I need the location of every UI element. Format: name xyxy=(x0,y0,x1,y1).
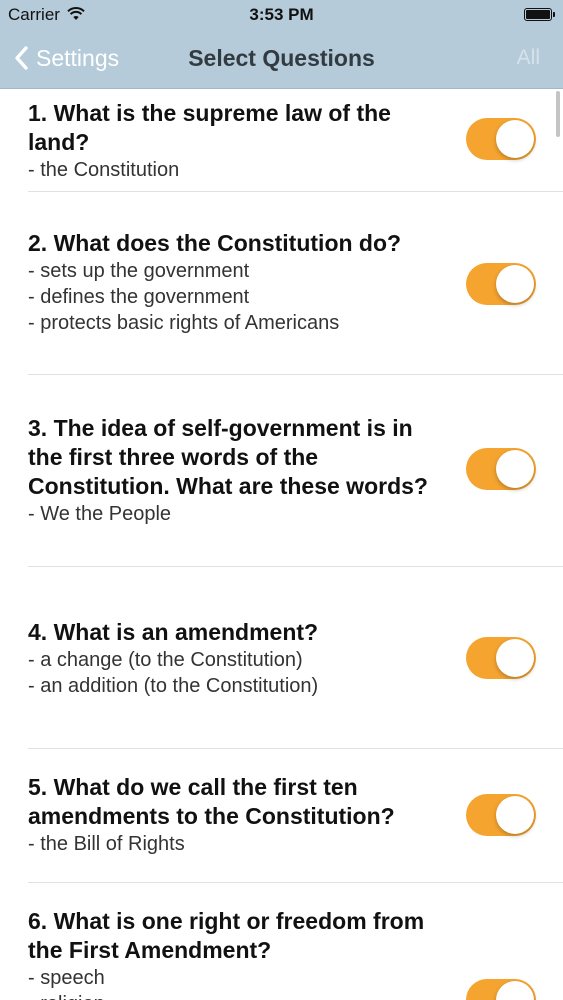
scrollbar[interactable] xyxy=(556,91,560,137)
answer-text: - a change (to the Constitution) xyxy=(28,649,303,671)
question-text: 1. What is the supreme law of the land? xyxy=(28,100,391,155)
list-item: 5. What do we call the first ten amendme… xyxy=(0,749,563,883)
question-toggle[interactable] xyxy=(466,263,536,305)
list-item: 1. What is the supreme law of the land? … xyxy=(0,89,563,192)
answer-text: - the Constitution xyxy=(28,159,180,181)
toggle-knob xyxy=(496,120,534,158)
page-title: Select Questions xyxy=(188,45,375,71)
status-bar: Carrier 3:53 PM xyxy=(0,0,563,30)
question-text: 4. What is an amendment? xyxy=(28,619,319,645)
toggle-knob xyxy=(496,265,534,303)
navigation-bar: Settings Select Questions All xyxy=(0,30,563,89)
question-text: 3. The idea of self-government is in the… xyxy=(28,415,428,499)
toggle-knob xyxy=(496,981,534,1000)
list-item: 4. What is an amendment? - a change (to … xyxy=(0,567,563,749)
list-item: 6. What is one right or freedom from the… xyxy=(0,883,563,1000)
answer-text: - defines the government xyxy=(28,286,250,308)
toggle-knob xyxy=(496,796,534,834)
question-toggle[interactable] xyxy=(466,118,536,160)
answer-text: - We the People xyxy=(28,503,172,525)
question-toggle[interactable] xyxy=(466,448,536,490)
question-toggle[interactable] xyxy=(466,637,536,679)
list-item: 3. The idea of self-government is in the… xyxy=(0,375,563,567)
question-toggle[interactable] xyxy=(466,979,536,1000)
question-text: 2. What does the Constitution do? xyxy=(28,230,402,256)
answer-text: - speech xyxy=(28,967,105,989)
question-toggle[interactable] xyxy=(466,794,536,836)
answer-text: - protects basic rights of Americans xyxy=(28,312,340,334)
questions-list[interactable]: 1. What is the supreme law of the land? … xyxy=(0,89,563,1000)
question-text: 6. What is one right or freedom from the… xyxy=(28,908,425,963)
select-all-button[interactable]: All xyxy=(517,46,540,70)
toggle-knob xyxy=(496,639,534,677)
answer-text: - religion xyxy=(28,991,458,1000)
answer-text: - the Bill of Rights xyxy=(28,833,185,855)
toggle-knob xyxy=(496,450,534,488)
answer-text: - an addition (to the Constitution) xyxy=(28,675,319,697)
status-time: 3:53 PM xyxy=(249,5,314,24)
battery-icon xyxy=(524,8,555,21)
answer-text: - sets up the government xyxy=(28,260,250,282)
list-item: 2. What does the Constitution do? - sets… xyxy=(0,192,563,375)
question-text: 5. What do we call the first ten amendme… xyxy=(28,774,395,829)
